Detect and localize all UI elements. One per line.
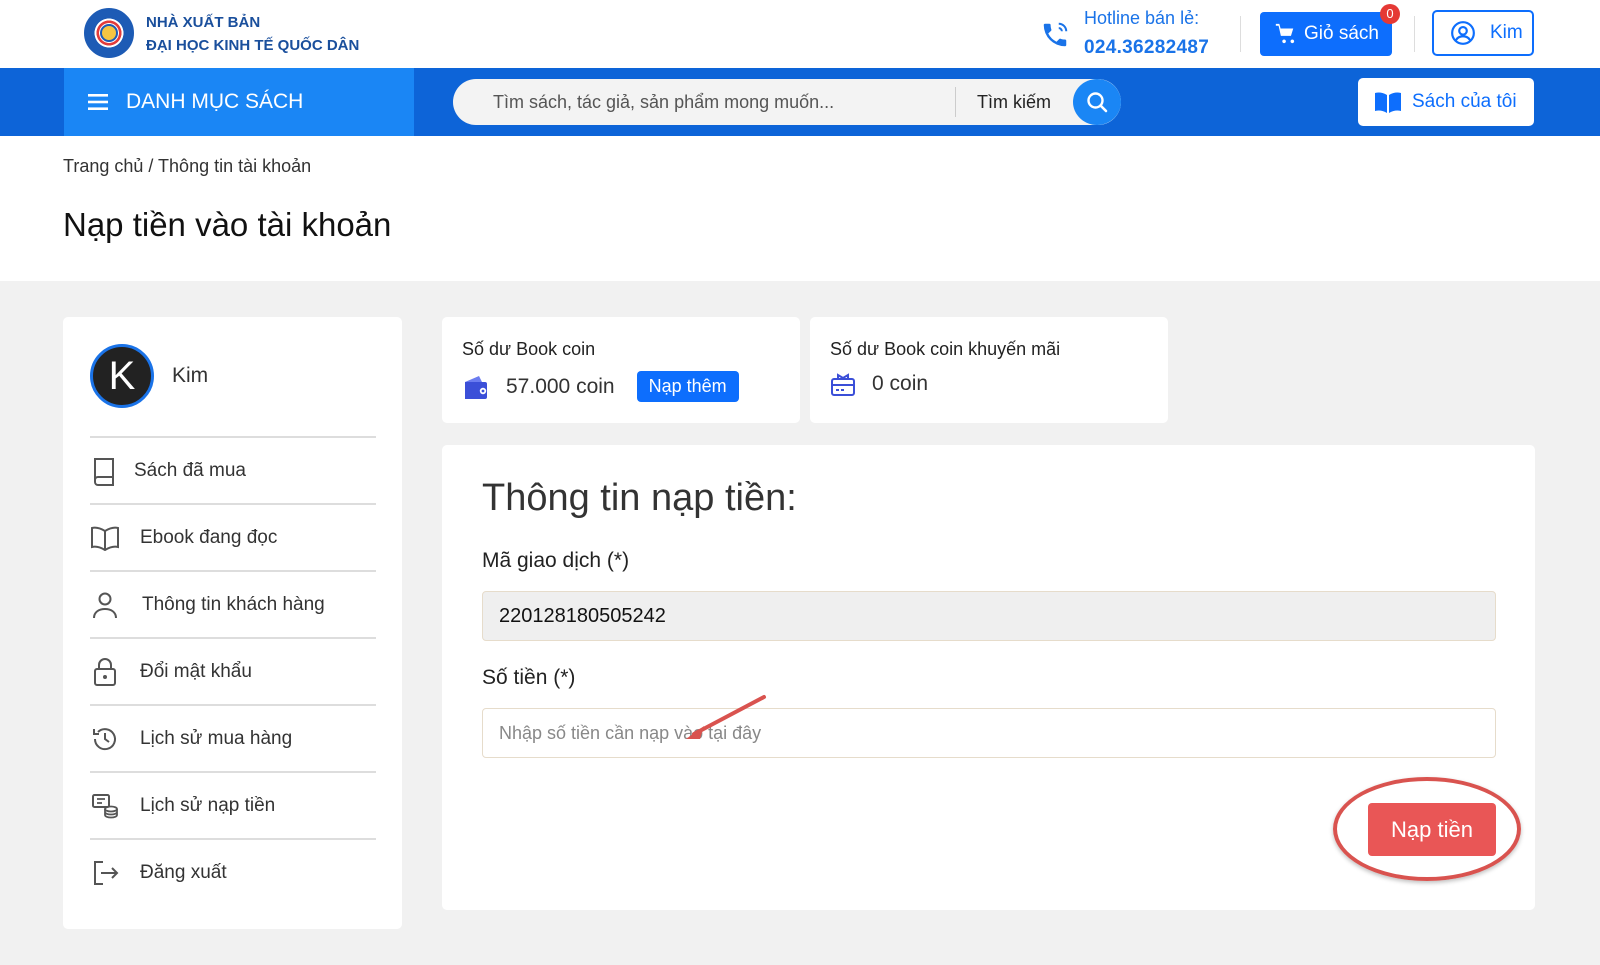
sidebar-item-topup-history[interactable]: Lịch sử nạp tiền: [90, 771, 376, 838]
sidebar-item-customer-info[interactable]: Thông tin khách hàng: [90, 570, 376, 637]
search-icon: [1087, 92, 1108, 113]
open-book-icon: [90, 523, 120, 553]
bookcoin-balance-card: Số dư Book coin 57.000 coin Nạp thêm: [442, 317, 800, 423]
bookcoin-balance-row: 57.000 coin Nạp thêm: [462, 371, 739, 402]
sidebar-item-logout[interactable]: Đăng xuất: [90, 838, 376, 905]
avatar: K: [90, 344, 154, 408]
amount-input[interactable]: Nhập số tiền cần nạp vào tại đây: [482, 708, 1496, 758]
search-divider: [955, 87, 956, 117]
history-icon: [90, 724, 120, 754]
promo-balance-value: 0 coin: [872, 372, 929, 395]
account-button[interactable]: Kim: [1432, 10, 1534, 56]
user-circle-icon: [1451, 21, 1475, 45]
cart-icon: [1275, 23, 1295, 44]
hamburger-icon: [88, 94, 108, 110]
form-title: Thông tin nạp tiền:: [482, 477, 797, 519]
page-title: Nạp tiền vào tài khoản: [63, 206, 392, 243]
open-book-icon: [1375, 92, 1401, 113]
sidebar-item-label: Lịch sử mua hàng: [140, 727, 293, 749]
logout-icon: [90, 858, 120, 888]
sidebar-item-label: Sách đã mua: [134, 459, 246, 481]
bookcoin-balance-value: 57.000 coin: [506, 374, 615, 398]
sidebar-user-name: Kim: [172, 364, 209, 387]
brand-line-2: ĐẠI HỌC KINH TẾ QUỐC DÂN: [146, 37, 360, 54]
search-button-label[interactable]: Tìm kiếm: [977, 92, 1051, 113]
brand-name[interactable]: NHÀ XUẤT BẢN ĐẠI HỌC KINH TẾ QUỐC DÂN: [146, 11, 359, 57]
my-books-button[interactable]: Sách của tôi: [1358, 78, 1534, 126]
publisher-logo[interactable]: [84, 8, 134, 58]
gift-box-icon: [831, 373, 855, 396]
hotline-number[interactable]: 024.36282487: [1084, 37, 1209, 59]
account-sidebar: K Kim Sách đã mua Ebook đang đọc Thông t…: [63, 317, 402, 929]
promo-balance-row: 0 coin: [830, 371, 928, 397]
category-label: DANH MỤC SÁCH: [126, 90, 304, 113]
amount-label: Số tiền (*): [482, 666, 576, 689]
lock-icon: [90, 657, 120, 687]
cart-button[interactable]: Giỏ sách: [1260, 12, 1392, 56]
topup-submit-button[interactable]: Nạp tiền: [1368, 803, 1496, 856]
divider: [1240, 16, 1241, 52]
divider: [1414, 16, 1415, 52]
transaction-code-field: 220128180505242: [482, 591, 1496, 641]
cart-count-badge: 0: [1380, 4, 1400, 24]
bookcoin-balance-title: Số dư Book coin: [462, 339, 596, 359]
sidebar-item-purchased-books[interactable]: Sách đã mua: [90, 436, 376, 503]
search-bar[interactable]: Tìm sách, tác giả, sản phẩm mong muốn...…: [453, 79, 1121, 125]
account-label: Kim: [1490, 22, 1523, 43]
sidebar-item-label: Thông tin khách hàng: [142, 593, 325, 615]
sidebar-item-reading-ebooks[interactable]: Ebook đang đọc: [90, 503, 376, 570]
sidebar-item-change-password[interactable]: Đổi mật khẩu: [90, 637, 376, 704]
search-input[interactable]: Tìm sách, tác giả, sản phẩm mong muốn...: [493, 92, 834, 113]
page-header: Trang chủ / Thông tin tài khoản Nạp tiền…: [0, 136, 1600, 281]
sidebar-item-label: Đổi mật khẩu: [140, 660, 252, 682]
my-books-label: Sách của tôi: [1412, 91, 1517, 112]
topup-history-icon: [90, 791, 120, 821]
sidebar-menu: Sách đã mua Ebook đang đọc Thông tin khá…: [90, 436, 376, 905]
topup-more-button[interactable]: Nạp thêm: [636, 371, 739, 402]
user-icon: [90, 590, 120, 620]
promo-balance-title: Số dư Book coin khuyến mãi: [830, 339, 1061, 359]
book-icon: [90, 456, 120, 486]
cart-label: Giỏ sách: [1304, 23, 1379, 44]
top-header: NHÀ XUẤT BẢN ĐẠI HỌC KINH TẾ QUỐC DÂN Ho…: [0, 0, 1600, 68]
promo-balance-card: Số dư Book coin khuyến mãi 0 coin: [810, 317, 1168, 423]
brand-line-1: NHÀ XUẤT BẢN: [146, 14, 261, 31]
nav-bar: DANH MỤC SÁCH Tìm sách, tác giả, sản phẩ…: [0, 68, 1600, 136]
category-menu-button[interactable]: DANH MỤC SÁCH: [64, 68, 414, 136]
hotline-label: Hotline bán lẻ:: [1084, 8, 1200, 28]
sidebar-item-purchase-history[interactable]: Lịch sử mua hàng: [90, 704, 376, 771]
phone-icon: [1043, 22, 1068, 47]
sidebar-item-label: Đăng xuất: [140, 861, 227, 883]
breadcrumb[interactable]: Trang chủ / Thông tin tài khoản: [63, 156, 311, 177]
search-button[interactable]: [1073, 79, 1121, 125]
transaction-code-label: Mã giao dịch (*): [482, 549, 630, 572]
sidebar-item-label: Ebook đang đọc: [140, 526, 278, 548]
sidebar-item-label: Lịch sử nạp tiền: [140, 794, 276, 816]
wallet-icon: [465, 375, 487, 399]
topup-form-panel: Thông tin nạp tiền: Mã giao dịch (*) 220…: [442, 445, 1535, 910]
